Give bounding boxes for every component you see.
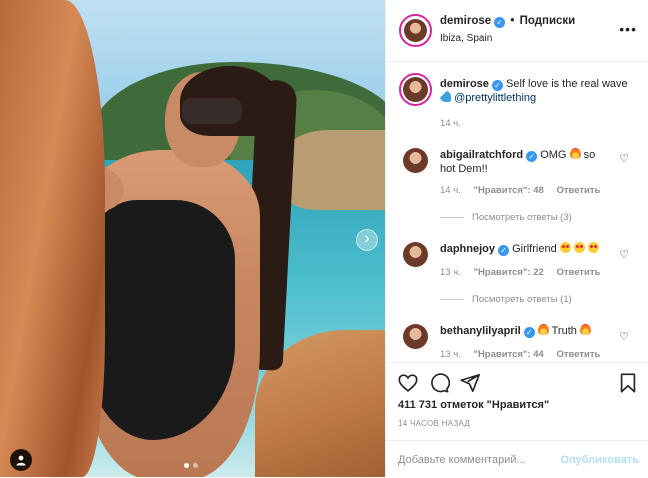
- comment-time[interactable]: 13 ч.: [440, 267, 461, 278]
- more-horizontal-icon[interactable]: •••: [619, 21, 637, 37]
- user-icon: [16, 455, 26, 466]
- comment-username[interactable]: bethanylilyapril: [440, 325, 521, 337]
- photo-swimsuit: [85, 200, 235, 440]
- caption-mention-link[interactable]: @prettylittlething: [454, 92, 536, 104]
- heart-icon[interactable]: ♡: [619, 248, 629, 261]
- share-send-icon[interactable]: [459, 372, 481, 394]
- caption-avatar[interactable]: [403, 77, 428, 102]
- carousel-dot-active: [184, 463, 189, 468]
- comment-bubble-icon[interactable]: [428, 372, 450, 394]
- fire-emoji-icon: [579, 324, 591, 335]
- photo-sunglasses: [182, 98, 242, 124]
- comment-input[interactable]: [398, 451, 558, 469]
- save-bookmark-icon[interactable]: [617, 372, 639, 394]
- view-replies-button[interactable]: Посмотреть ответы (1): [440, 294, 572, 305]
- fire-emoji-icon: [569, 148, 581, 159]
- photo-rock-left: [0, 0, 105, 477]
- reply-button[interactable]: Ответить: [556, 185, 600, 196]
- chevron-right-icon: ›: [364, 230, 370, 247]
- comment-meta: 13 ч. "Нравится": 22 Ответить: [440, 267, 610, 278]
- post-header: demirose ✓ • Подписки Ibiza, Spain •••: [386, 0, 648, 62]
- carousel-dots: [184, 463, 198, 468]
- like-heart-icon[interactable]: [397, 372, 419, 394]
- add-comment-bar: Опубликовать: [386, 440, 648, 478]
- caption-username[interactable]: demirose: [440, 78, 489, 90]
- next-photo-button[interactable]: ›: [356, 229, 378, 251]
- heart-eyes-emoji-icon: [559, 242, 571, 253]
- comment-likes[interactable]: "Нравится": 48: [473, 185, 543, 196]
- fire-emoji-icon: [537, 324, 549, 335]
- comment-avatar[interactable]: [403, 148, 428, 173]
- comment-avatar[interactable]: [403, 242, 428, 267]
- comment-username[interactable]: daphnejoy: [440, 243, 495, 255]
- verified-badge-icon: ✓: [498, 245, 510, 256]
- comment-text: OMG: [540, 149, 567, 161]
- verified-badge-icon: ✓: [491, 80, 503, 91]
- comment: abigailratchford ✓ OMG so hot Dem!!: [440, 148, 610, 176]
- wave-emoji-icon: [440, 91, 451, 102]
- comment-username[interactable]: abigailratchford: [440, 149, 523, 161]
- heart-eyes-emoji-icon: [573, 242, 585, 253]
- comment: daphnejoy ✓ Girlfriend: [440, 242, 610, 256]
- comment-likes[interactable]: "Нравится": 44: [473, 349, 543, 360]
- replies-line: [440, 217, 464, 218]
- caption-time[interactable]: 14 ч.: [440, 118, 461, 129]
- tagged-users-button[interactable]: [10, 449, 32, 471]
- publish-button[interactable]: Опубликовать: [560, 454, 639, 466]
- header-separator: •: [510, 15, 515, 27]
- comment-likes[interactable]: "Нравится": 22: [473, 267, 543, 278]
- comment-time[interactable]: 14 ч.: [440, 185, 461, 196]
- comments-list[interactable]: demirose ✓ Self love is the real wave @pr…: [386, 62, 648, 362]
- comment-meta: 14 ч. "Нравится": 48 Ответить: [440, 185, 610, 196]
- view-replies-label: Посмотреть ответы (3): [472, 212, 572, 223]
- comment-time[interactable]: 13 ч.: [440, 349, 461, 360]
- verified-badge-icon: ✓: [523, 327, 535, 338]
- instagram-post: › demirose ✓ • Подписки Ibiza, Spain ••• …: [0, 0, 648, 477]
- comment-text: Girlfriend: [512, 243, 557, 255]
- heart-icon[interactable]: ♡: [619, 152, 629, 165]
- avatar[interactable]: [404, 19, 427, 42]
- replies-line: [440, 299, 464, 300]
- comment: bethanylilyapril ✓ Truth: [440, 324, 610, 338]
- post-photo[interactable]: ›: [0, 0, 385, 477]
- post-actions: 411 731 отметок "Нравится" 14 ЧАСОВ НАЗА…: [386, 362, 648, 477]
- caption-text: Self love is the real wave: [505, 78, 628, 90]
- heart-eyes-emoji-icon: [587, 242, 599, 253]
- carousel-dot: [193, 463, 198, 468]
- view-replies-label: Посмотреть ответы (1): [472, 294, 572, 305]
- author-username[interactable]: demirose: [440, 15, 491, 27]
- view-replies-button[interactable]: Посмотреть ответы (3): [440, 212, 572, 223]
- heart-icon[interactable]: ♡: [619, 330, 629, 343]
- caption-meta: 14 ч.: [440, 118, 471, 129]
- location-link[interactable]: Ibiza, Spain: [440, 33, 492, 44]
- caption: demirose ✓ Self love is the real wave @pr…: [440, 77, 630, 105]
- comment-meta: 13 ч. "Нравится": 44 Ответить: [440, 349, 610, 360]
- following-button[interactable]: Подписки: [520, 15, 576, 27]
- comment-avatar[interactable]: [403, 324, 428, 349]
- verified-badge-icon: ✓: [526, 151, 538, 162]
- post-side-panel: demirose ✓ • Подписки Ibiza, Spain ••• de…: [385, 0, 648, 477]
- likes-count[interactable]: 411 731 отметок "Нравится": [398, 399, 549, 411]
- comment-text: Truth: [551, 325, 577, 337]
- reply-button[interactable]: Ответить: [556, 349, 600, 360]
- verified-badge-icon: ✓: [494, 17, 506, 28]
- reply-button[interactable]: Ответить: [556, 267, 600, 278]
- post-timestamp[interactable]: 14 ЧАСОВ НАЗАД: [398, 419, 470, 428]
- photo-far-cliff: [280, 130, 385, 210]
